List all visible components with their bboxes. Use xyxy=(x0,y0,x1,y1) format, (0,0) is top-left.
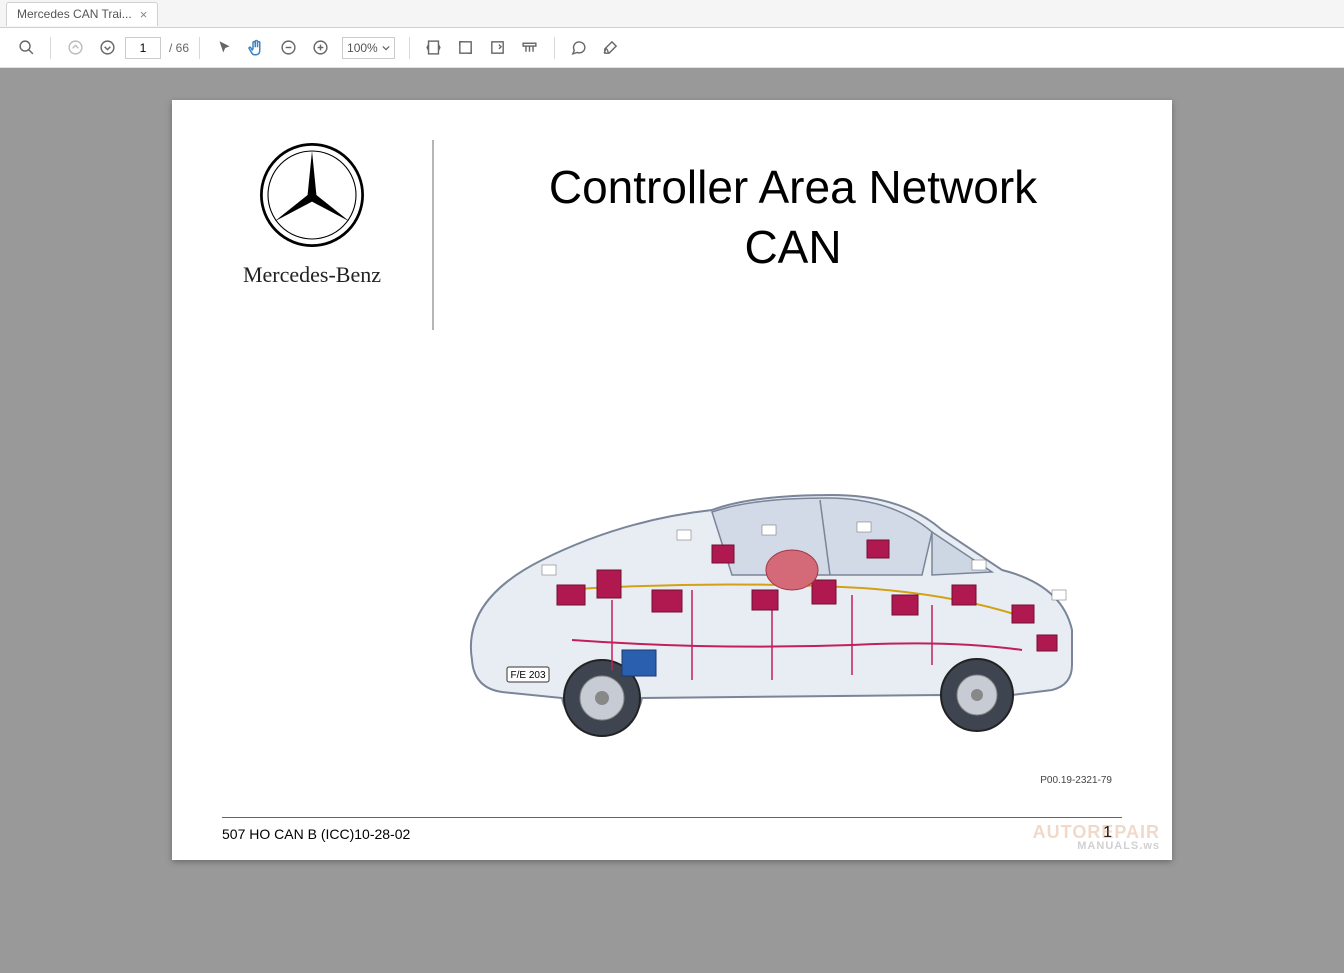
search-icon[interactable] xyxy=(12,34,40,62)
brand-block: Mercedes-Benz xyxy=(222,140,402,330)
fit-width-icon[interactable] xyxy=(420,34,448,62)
zoom-in-icon[interactable] xyxy=(306,34,334,62)
toolbar-separator xyxy=(50,37,51,59)
document-viewer[interactable]: Mercedes-Benz Controller Area Network CA… xyxy=(0,68,1344,973)
figure-code: P00.19-2321-79 xyxy=(1040,775,1112,786)
brand-name: Mercedes-Benz xyxy=(222,262,402,288)
rotate-icon[interactable] xyxy=(484,34,512,62)
document-tab[interactable]: Mercedes CAN Trai... × xyxy=(6,2,158,26)
page-total-label: / 66 xyxy=(169,41,189,55)
document-title: Controller Area Network CAN xyxy=(464,158,1122,278)
comment-icon[interactable] xyxy=(565,34,593,62)
sign-icon[interactable] xyxy=(597,34,625,62)
footer-doc-id: 507 HO CAN B (ICC)10-28-02 xyxy=(222,826,410,842)
zoom-out-icon[interactable] xyxy=(274,34,302,62)
page-up-icon[interactable] xyxy=(61,34,89,62)
car-diagram: F/E 203 xyxy=(412,440,1112,760)
footer-divider xyxy=(222,817,1122,818)
tab-title: Mercedes CAN Trai... xyxy=(17,7,132,21)
close-icon[interactable]: × xyxy=(140,7,148,22)
document-page: Mercedes-Benz Controller Area Network CA… xyxy=(172,100,1172,860)
header-divider xyxy=(432,140,434,330)
zoom-value: 100% xyxy=(347,41,378,55)
toolbar-separator xyxy=(409,37,410,59)
reading-mode-icon[interactable] xyxy=(516,34,544,62)
zoom-level-select[interactable]: 100% xyxy=(342,37,395,59)
toolbar-separator xyxy=(554,37,555,59)
toolbar: / 66 100% xyxy=(0,28,1344,68)
page-down-icon[interactable] xyxy=(93,34,121,62)
mercedes-logo-icon xyxy=(257,140,367,250)
car-plate-label: F/E 203 xyxy=(510,670,545,681)
watermark: AUTOREPAIR MANUALS.ws xyxy=(1033,823,1160,852)
fit-page-icon[interactable] xyxy=(452,34,480,62)
title-block: Controller Area Network CAN xyxy=(464,140,1122,330)
page-number-input[interactable] xyxy=(125,37,161,59)
chevron-down-icon xyxy=(382,44,390,52)
toolbar-separator xyxy=(199,37,200,59)
pointer-icon[interactable] xyxy=(210,34,238,62)
page-header: Mercedes-Benz Controller Area Network CA… xyxy=(222,140,1122,330)
hand-icon[interactable] xyxy=(242,34,270,62)
tab-bar: Mercedes CAN Trai... × xyxy=(0,0,1344,28)
